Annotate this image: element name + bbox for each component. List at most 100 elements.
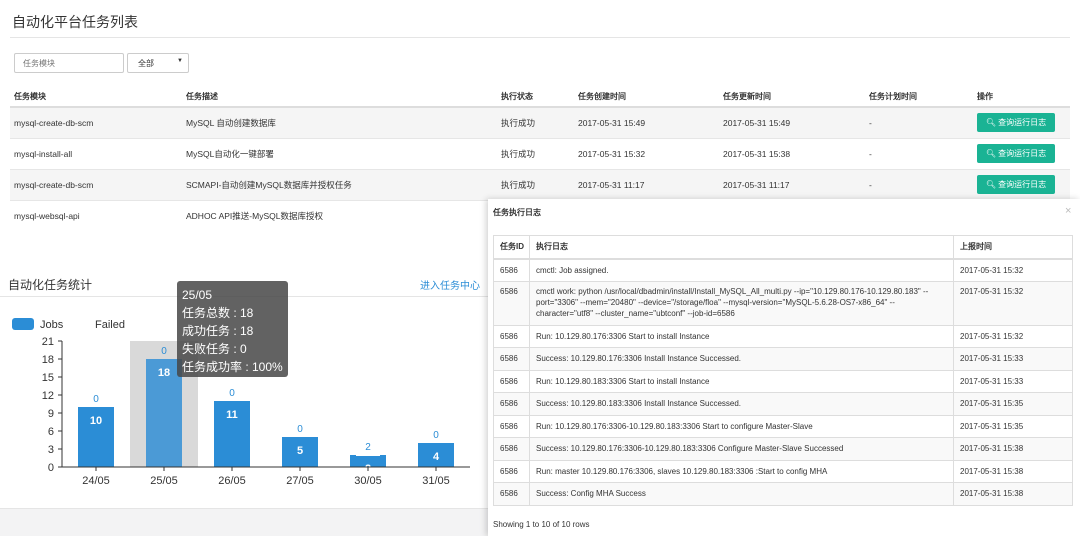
log-cell-id: 6586 — [493, 369, 530, 393]
col-header-desc[interactable]: 任务描述 — [182, 86, 497, 108]
log-cell-time: 2017-05-31 15:35 — [953, 392, 1073, 416]
cell-module: mysql-create-db-scm — [10, 168, 182, 200]
jobs-value-label: 5 — [297, 445, 303, 457]
log-cell-time: 2017-05-31 15:38 — [953, 482, 1073, 506]
y-tick-label: 9 — [48, 408, 54, 420]
log-row: 6586 Run: 10.129.80.183:3306 Start to ins… — [493, 369, 1073, 393]
view-log-label: 查询运行日志 — [998, 149, 1047, 158]
tooltip-date: 25/05 — [182, 288, 213, 302]
table-row[interactable]: mysql-install-all MySQL自动化一键部署 执行成功 2017… — [10, 137, 1070, 169]
log-col-id: 任务ID — [493, 235, 530, 260]
log-col-time: 上报时间 — [953, 235, 1073, 260]
failed-value-label: 0 — [297, 424, 303, 435]
view-log-button[interactable]: 🔍︎ 查询运行日志 — [977, 175, 1055, 194]
search-icon: 🔍︎ — [985, 149, 997, 158]
search-input[interactable] — [14, 53, 124, 73]
chart-tooltip: 25/05 任务总数 : 18 成功任务 : 18 失败任务 : 0 任务成功率… — [177, 281, 288, 377]
log-cell-log: Success: 10.129.80.176:3306-10.129.80.18… — [529, 437, 954, 461]
jobs-value-label: 11 — [226, 409, 238, 421]
x-tick-label: 24/05 — [82, 475, 110, 487]
x-tick-label: 27/05 — [286, 475, 314, 487]
x-tick-label: 26/05 — [218, 475, 246, 487]
log-cell-time: 2017-05-31 15:32 — [953, 280, 1073, 326]
legend-label-jobs: Jobs — [40, 319, 64, 331]
log-cell-id: 6586 — [493, 324, 530, 348]
close-icon[interactable]: × — [1065, 205, 1071, 217]
jobs-value-label: 18 — [158, 367, 170, 379]
y-tick-label: 6 — [48, 426, 54, 438]
log-cell-id: 6586 — [493, 459, 530, 483]
y-tick-label: 3 — [48, 444, 54, 456]
y-tick-label: 21 — [42, 336, 54, 348]
col-header-action: 操作 — [973, 86, 1070, 108]
cell-updated: 2017-05-31 15:49 — [719, 106, 865, 138]
cell-action: 🔍︎ 查询运行日志 — [973, 137, 1070, 169]
cell-updated: 2017-05-31 11:17 — [719, 168, 865, 200]
y-tick-label: 0 — [48, 462, 54, 474]
log-cell-id: 6586 — [493, 414, 530, 438]
y-tick-label: 12 — [42, 390, 54, 402]
log-cell-id: 6586 — [493, 437, 530, 461]
log-row: 6586 Success: 10.129.80.176:3306 Install … — [493, 347, 1073, 371]
log-row: 6586 Success: 10.129.80.176:3306-10.129.8… — [493, 437, 1073, 461]
task-table-header: 任务模块 任务描述 执行状态 任务创建时间 任务更新时间 任务计划时间 操作 — [10, 86, 1070, 108]
log-cell-time: 2017-05-31 15:38 — [953, 437, 1073, 461]
log-table: 任务ID 执行日志 上报时间 6586 cmctl: Job assigned. 2… — [493, 235, 1073, 506]
status-filter-select[interactable]: 全部 ▼ — [127, 53, 189, 73]
log-cell-time: 2017-05-31 15:38 — [953, 459, 1073, 483]
log-row: 6586 Run: 10.129.80.176:3306-10.129.80.18… — [493, 414, 1073, 438]
caret-down-icon: ▼ — [177, 58, 183, 64]
task-center-link[interactable]: 进入任务中心 — [420, 277, 480, 292]
cell-action: 🔍︎ 查询运行日志 — [973, 106, 1070, 138]
filter-select-value: 全部 — [138, 59, 154, 68]
log-cell-log: Run: 10.129.80.176:3306 Start to install… — [529, 324, 954, 348]
log-cell-id: 6586 — [493, 347, 530, 371]
cell-status: 执行成功 — [497, 168, 574, 200]
x-tick-label: 25/05 — [150, 475, 178, 487]
log-row: 6586 Success: Config MHA Success 2017-05-3… — [493, 482, 1073, 506]
stats-title: 自动化任务统计 — [8, 278, 93, 292]
log-cell-log: Success: 10.129.80.183:3306 Install Inst… — [529, 392, 954, 416]
log-table-header: 任务ID 执行日志 上报时间 — [493, 235, 1073, 260]
view-log-button[interactable]: 🔍︎ 查询运行日志 — [977, 113, 1055, 133]
cell-desc: MySQL 自动创建数据库 — [182, 106, 497, 138]
log-panel-title: 任务执行日志 — [493, 208, 541, 217]
log-pagination-info: Showing 1 to 10 of 10 rows — [493, 520, 590, 529]
jobs-value-label: 10 — [90, 415, 102, 427]
log-cell-time: 2017-05-31 15:33 — [953, 369, 1073, 393]
log-cell-log: cmctl: Job assigned. — [529, 258, 954, 282]
failed-value-label: 0 — [93, 394, 99, 405]
col-header-updated[interactable]: 任务更新时间 — [719, 86, 865, 108]
tooltip-rate: 任务成功率 : 100% — [182, 360, 283, 374]
y-tick-label: 18 — [42, 354, 54, 366]
failed-value-label: 0 — [229, 388, 235, 399]
log-row: 6586 Run: 10.129.80.176:3306 Start to ins… — [493, 324, 1073, 348]
cell-created: 2017-05-31 11:17 — [574, 168, 719, 200]
log-cell-time: 2017-05-31 15:35 — [953, 414, 1073, 438]
log-cell-id: 6586 — [493, 392, 530, 416]
log-cell-time: 2017-05-31 15:32 — [953, 324, 1073, 348]
failed-value-label: 2 — [365, 442, 371, 453]
log-cell-log: Run: 10.129.80.183:3306 Start to install… — [529, 369, 954, 393]
log-cell-id: 6586 — [493, 280, 530, 326]
col-header-created[interactable]: 任务创建时间 — [574, 86, 719, 108]
view-log-button[interactable]: 🔍︎ 查询运行日志 — [977, 144, 1055, 163]
log-col-log: 执行日志 — [529, 235, 954, 260]
x-tick-label: 30/05 — [354, 475, 382, 487]
log-row: 6586 cmctl: Job assigned. 2017-05-31 15:32 — [493, 258, 1073, 282]
legend-label-failed: Failed — [95, 319, 125, 331]
search-icon: 🔍︎ — [985, 118, 997, 128]
bottom-bar — [0, 508, 490, 536]
col-header-module[interactable]: 任务模块 — [10, 86, 182, 108]
y-tick-label: 15 — [42, 372, 54, 384]
legend-swatch-jobs — [12, 318, 34, 330]
table-row[interactable]: mysql-create-db-scm SCMAPI-自动创建MySQL数据库并… — [10, 168, 1070, 200]
col-header-planned[interactable]: 任务计划时间 — [865, 86, 973, 108]
cell-module: mysql-websql-api — [10, 199, 182, 231]
table-row[interactable]: mysql-create-db-scm MySQL 自动创建数据库 执行成功 2… — [10, 106, 1070, 138]
log-cell-log: Success: Config MHA Success — [529, 482, 954, 506]
cell-status: 执行成功 — [497, 137, 574, 169]
col-header-status[interactable]: 执行状态 — [497, 86, 574, 108]
cell-desc: MySQL自动化一键部署 — [182, 137, 497, 169]
cell-desc: ADHOC API推送-MySQL数据库授权 — [182, 199, 497, 231]
